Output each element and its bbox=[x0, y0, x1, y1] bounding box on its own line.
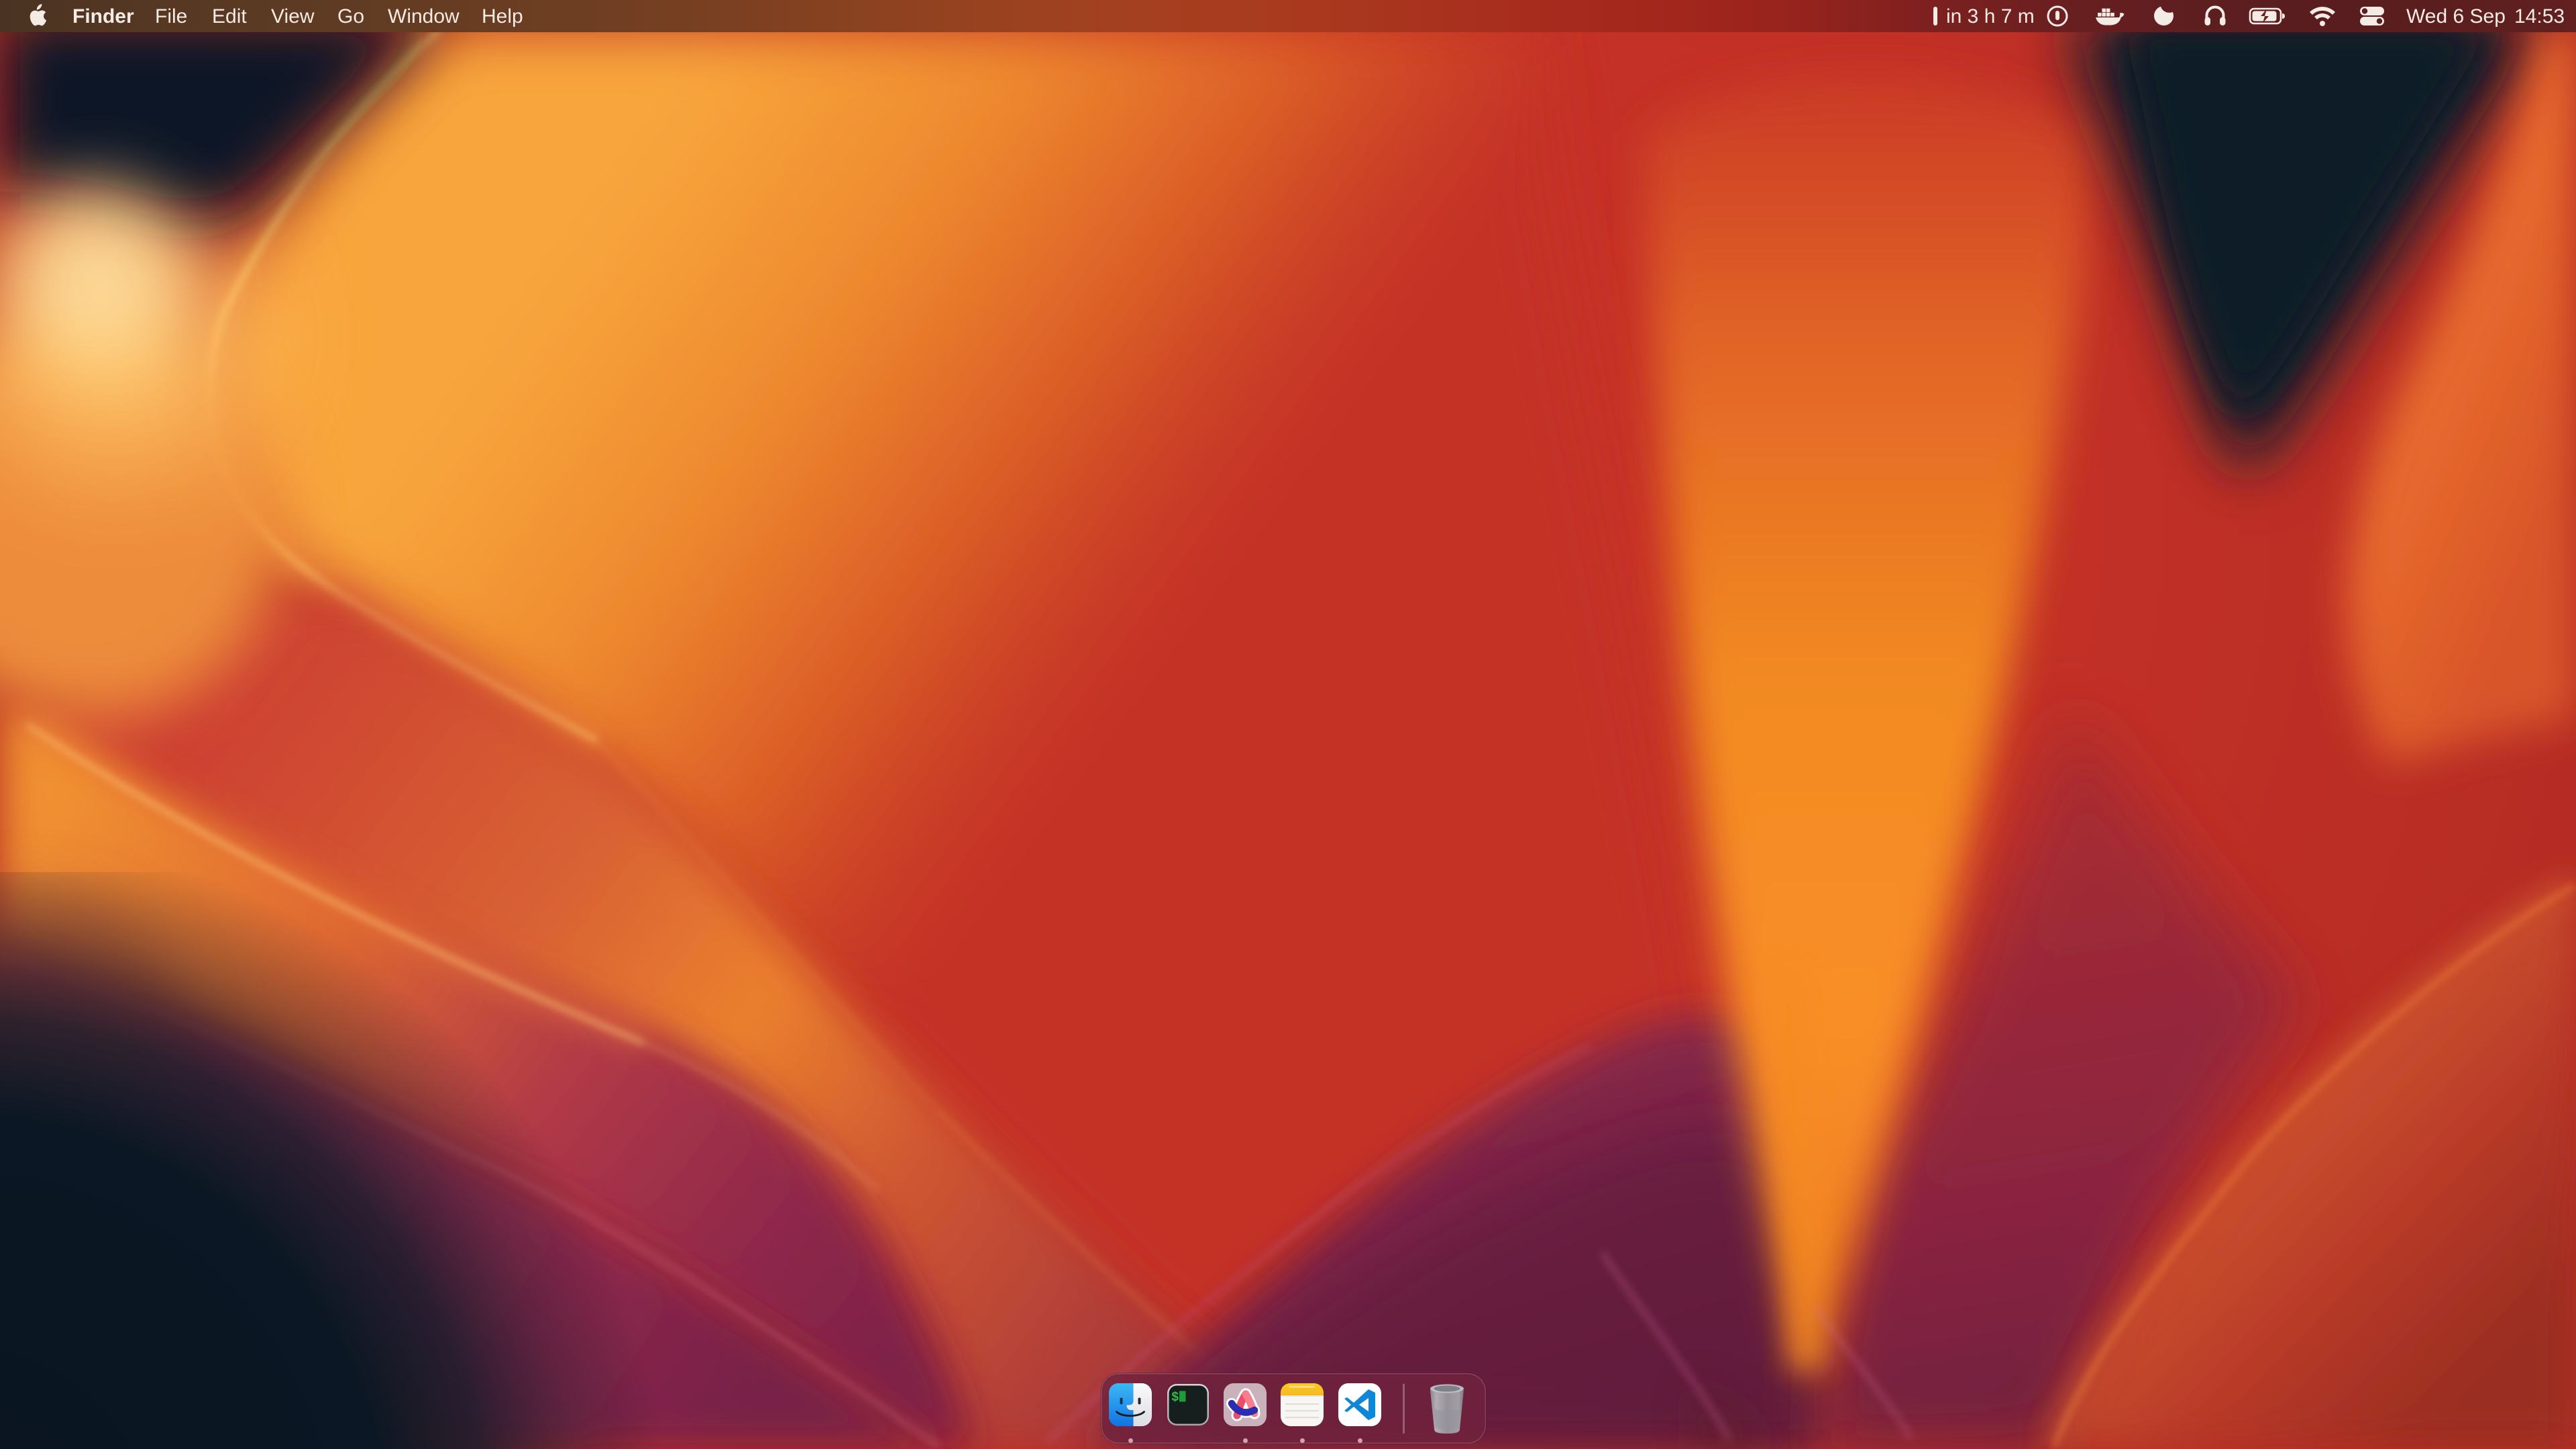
svg-text:$: $ bbox=[1171, 1390, 1179, 1405]
